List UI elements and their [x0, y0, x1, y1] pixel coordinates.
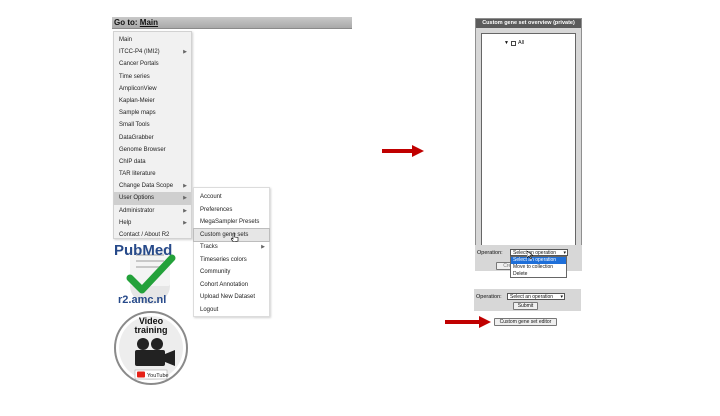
menu-item-label: Contact / About R2	[119, 232, 170, 238]
submenu-item-upload-new-dataset[interactable]: Upload New Dataset	[194, 291, 269, 304]
submit-button[interactable]: Submit	[513, 302, 538, 310]
goto-main-link[interactable]: Main	[140, 18, 158, 27]
submenu-arrow-icon: ▶	[183, 49, 187, 56]
menu-item-label: User Options	[119, 195, 155, 202]
menu-item-chip-data[interactable]: ChIP data	[114, 156, 191, 168]
submenu-item-megasampler-presets[interactable]: MegaSampler Presets	[194, 216, 269, 229]
submenu-item-label: Timeseries colors	[200, 256, 247, 263]
operation-select-2-value: Select an operation	[510, 294, 554, 300]
submenu-item-label: Community	[200, 269, 231, 275]
submenu-item-label: Logout	[200, 306, 219, 313]
pubmed-r2-logo[interactable]: PubMed r2.amc.nl	[112, 240, 188, 306]
menu-item-label: Administrator	[119, 207, 155, 214]
submenu-item-label: Cohort Annotation	[200, 281, 249, 288]
menu-item-label: Kaplan-Meier	[119, 97, 155, 104]
submenu-item-label: Tracks	[200, 244, 218, 250]
video-logo-line2: training	[135, 325, 168, 335]
operation-dropdown-list: Select an operation Move to collection Del…	[510, 256, 567, 278]
menu-item-genome-browser[interactable]: Genome Browser	[114, 144, 191, 156]
youtube-badge-text: YouTube	[147, 373, 169, 379]
menu-item-label: TAR literature	[119, 171, 156, 178]
menu-item-datagrabber[interactable]: DataGrabber	[114, 132, 191, 144]
submenu-item-label: Account	[200, 194, 222, 200]
gene-set-overview-panel: Custom gene set overview (private) ▼ All	[475, 18, 582, 268]
submenu-arrow-icon: ▶	[261, 244, 265, 250]
menu-item-change-data-scope[interactable]: Change Data Scope ▶	[114, 180, 191, 192]
submenu-item-timeseries-colors[interactable]: Timeseries colors	[194, 254, 269, 267]
goto-bar: Go to: Main	[112, 17, 352, 29]
submenu-item-cohort-annotation[interactable]: Cohort Annotation	[194, 279, 269, 292]
menu-item-label: Time series	[119, 73, 150, 80]
menu-item-main[interactable]: Main	[114, 34, 191, 46]
operation-label-2: Operation:	[476, 294, 502, 300]
mouse-pointer-icon	[527, 251, 533, 259]
submenu-item-account[interactable]: Account	[194, 191, 269, 204]
overview-title: Custom gene set overview (private)	[476, 19, 581, 28]
youtube-icon	[137, 371, 145, 378]
submenu-item-label: Custom gene sets	[200, 231, 249, 238]
menu-item-small-tools[interactable]: Small Tools	[114, 119, 191, 131]
submenu-arrow-icon: ▶	[183, 219, 187, 226]
submenu-item-label: Preferences	[200, 206, 233, 213]
submenu-arrow-icon: ▶	[183, 183, 187, 190]
submenu-item-logout[interactable]: Logout	[194, 304, 269, 317]
submenu-item-label: Upload New Dataset	[200, 294, 256, 300]
arrow-right-icon	[382, 145, 424, 157]
submenu-arrow-icon: ▶	[183, 207, 187, 214]
menu-item-label: Cancer Portals	[119, 61, 159, 68]
menu-item-sample-maps[interactable]: Sample maps	[114, 107, 191, 119]
menu-item-label: Main	[119, 37, 133, 43]
submenu-item-community[interactable]: Community	[194, 266, 269, 279]
pubmed-logo-text: PubMed	[114, 242, 172, 259]
operation-select-2[interactable]: Select an operation ▾	[507, 293, 565, 300]
menu-item-label: Small Tools	[119, 122, 150, 129]
menu-item-tar-literature[interactable]: TAR literature	[114, 168, 191, 180]
operation-select[interactable]: Select an operation ▾	[510, 249, 568, 256]
r2-logo-text: r2.amc.nl	[118, 294, 166, 306]
menu-item-label: Help	[119, 219, 132, 226]
submenu-arrow-icon: ▶	[183, 195, 187, 202]
tree-root-label: All	[517, 40, 525, 46]
menu-item-label: ITCC-P4 (IMI2)	[119, 49, 160, 56]
menu-item-itcc-p4[interactable]: ITCC-P4 (IMI2) ▶	[114, 46, 191, 58]
video-training-logo[interactable]: Video training YouTube	[113, 310, 189, 386]
goto-prefix: Go to:	[114, 18, 140, 27]
tree-expand-icon[interactable]: ▼	[504, 40, 509, 46]
menu-item-kaplan-meier[interactable]: Kaplan-Meier	[114, 95, 191, 107]
menu-item-cancer-portals[interactable]: Cancer Portals	[114, 58, 191, 70]
tree-root-node: ▼ All	[504, 40, 524, 46]
menu-item-ampliconview[interactable]: AmpliconView	[114, 83, 191, 95]
chevron-down-icon-2: ▾	[560, 294, 563, 300]
menu-item-label: Sample maps	[119, 110, 156, 117]
submenu-item-preferences[interactable]: Preferences	[194, 204, 269, 217]
gene-set-tree: ▼ All	[481, 33, 576, 264]
dropdown-option[interactable]: Select an operation	[511, 257, 566, 264]
main-menu: Main ITCC-P4 (IMI2) ▶ Cancer Portals Time se…	[113, 31, 192, 239]
submenu-item-custom-gene-sets[interactable]: Custom gene sets	[193, 227, 270, 242]
menu-item-label: AmpliconView	[119, 85, 157, 92]
submenu-item-tracks[interactable]: Tracks ▶	[194, 241, 269, 254]
operation-area-2: Operation: Select an operation ▾ Submit	[474, 289, 581, 311]
custom-gene-set-editor-button[interactable]: Custom gene set editor	[494, 318, 557, 326]
user-options-submenu: Account Preferences MegaSampler Presets Cus…	[193, 187, 270, 317]
menu-item-help[interactable]: Help ▶	[114, 217, 191, 229]
operation-label: Operation:	[477, 250, 503, 256]
menu-item-label: Change Data Scope	[119, 183, 174, 190]
menu-item-label: DataGrabber	[119, 134, 154, 141]
arrow-right-icon-2	[445, 316, 491, 328]
dropdown-option[interactable]: Move to collection	[511, 264, 566, 271]
menu-item-user-options[interactable]: User Options ▶	[114, 192, 191, 205]
menu-item-time-series[interactable]: Time series	[114, 71, 191, 83]
menu-item-label: Genome Browser	[119, 146, 166, 153]
tree-root-checkbox[interactable]	[510, 40, 516, 46]
menu-item-label: ChIP data	[119, 158, 146, 165]
dropdown-option[interactable]: Delete	[511, 271, 566, 278]
menu-item-administrator[interactable]: Administrator ▶	[114, 205, 191, 217]
submenu-item-label: MegaSampler Presets	[200, 219, 260, 225]
